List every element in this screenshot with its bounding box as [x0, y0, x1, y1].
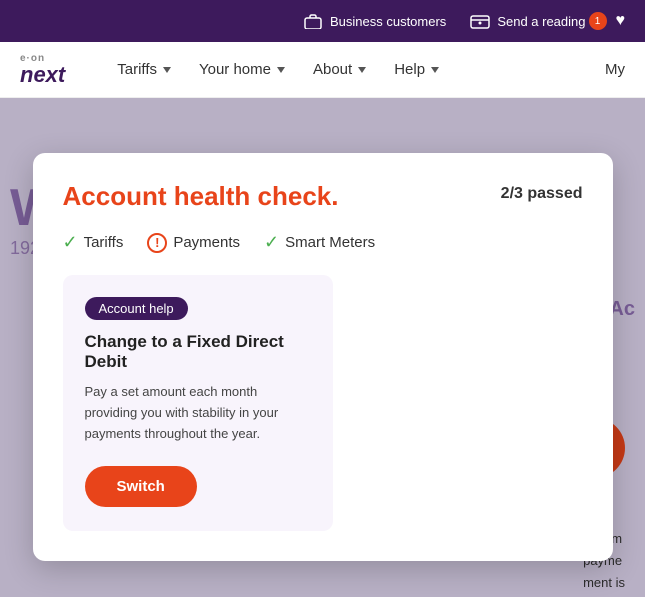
check-tariffs-label: Tariffs: [84, 234, 124, 251]
nav-items: Tariffs Your home About Help: [105, 53, 605, 86]
modal-checks: ✓ Tariffs ! Payments ✓ Smart Meters: [63, 232, 583, 253]
nav-tariffs[interactable]: Tariffs: [105, 53, 183, 86]
check-pass-icon: ✓: [63, 232, 78, 253]
nav-bar: e·on next Tariffs Your home About Help M…: [0, 42, 645, 98]
card-badge: Account help: [85, 297, 188, 320]
modal-passed: 2/3 passed: [501, 185, 583, 203]
chevron-down-icon: [358, 67, 366, 73]
modal-overlay: Account health check. 2/3 passed ✓ Tarif…: [0, 98, 645, 597]
card: Account help Change to a Fixed Direct De…: [63, 275, 333, 531]
check-warn-icon: !: [147, 233, 167, 253]
top-bar: Business customers Send a reading 1 ♥: [0, 0, 645, 42]
main-background: Wo 192 G Ac t paym payme ment is s after…: [0, 98, 645, 597]
modal-header: Account health check. 2/3 passed: [63, 181, 583, 212]
meter-icon: [470, 11, 490, 31]
chevron-down-icon: [277, 67, 285, 73]
switch-button[interactable]: Switch: [85, 466, 197, 507]
heart-icon: ♥: [616, 12, 626, 30]
modal: Account health check. 2/3 passed ✓ Tarif…: [33, 153, 613, 561]
nav-about[interactable]: About: [301, 53, 378, 86]
modal-title: Account health check.: [63, 181, 339, 212]
check-tariffs: ✓ Tariffs: [63, 232, 124, 253]
check-smart-meters-label: Smart Meters: [285, 234, 375, 251]
business-customers-label: Business customers: [330, 14, 446, 29]
send-reading-link[interactable]: Send a reading 1 ♥: [470, 11, 625, 31]
check-payments: ! Payments: [147, 233, 240, 253]
business-customers-link[interactable]: Business customers: [303, 11, 446, 31]
chevron-down-icon: [431, 67, 439, 73]
logo-next-text: next: [20, 64, 65, 86]
check-payments-label: Payments: [173, 234, 240, 251]
logo[interactable]: e·on next: [20, 53, 65, 86]
nav-your-home[interactable]: Your home: [187, 53, 297, 86]
card-title: Change to a Fixed Direct Debit: [85, 332, 311, 372]
card-description: Pay a set amount each month providing yo…: [85, 382, 311, 444]
chevron-down-icon: [163, 67, 171, 73]
notification-badge: 1: [589, 12, 607, 30]
check-smart-meters: ✓ Smart Meters: [264, 232, 375, 253]
nav-my[interactable]: My: [605, 61, 625, 78]
check-pass-icon2: ✓: [264, 232, 279, 253]
nav-help[interactable]: Help: [382, 53, 451, 86]
send-reading-label: Send a reading: [497, 14, 585, 29]
briefcase-icon: [303, 11, 323, 31]
